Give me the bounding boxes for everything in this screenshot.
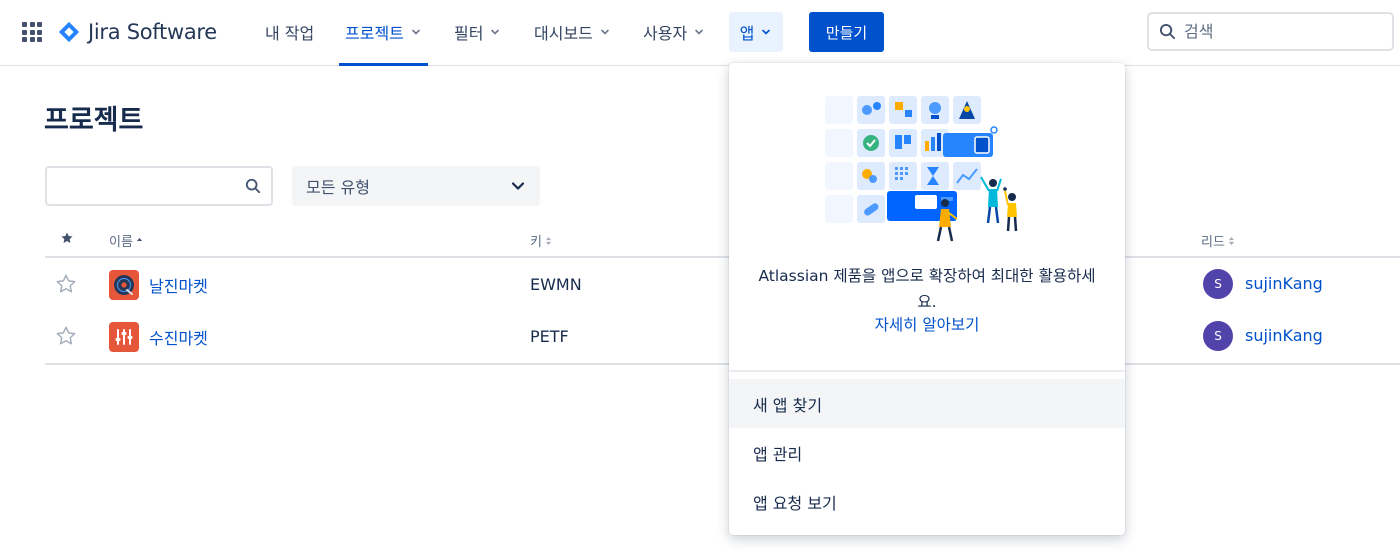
nav-projects[interactable]: 프로젝트 — [339, 12, 428, 66]
sort-icon — [545, 236, 552, 245]
table-row: 날진마켓 EWMN S sujinKang — [45, 259, 1400, 309]
vinyl-record-icon — [114, 275, 134, 295]
apps-marketplace-illustration — [825, 96, 1018, 242]
apps-promo-text: Atlassian 제품을 앱으로 확장하여 최대한 활용하세요. — [758, 267, 1096, 311]
top-navigation: Jira Software 내 작업 프로젝트 필터 대시보드 사용자 앱 만들… — [0, 0, 1400, 66]
menu-item-manage-apps[interactable]: 앱 관리 — [729, 428, 1125, 477]
nav-dashboards[interactable]: 대시보드 — [528, 12, 617, 52]
project-key: PETF — [530, 327, 569, 346]
chevron-down-icon — [491, 29, 500, 35]
jira-diamond-icon — [58, 21, 80, 43]
nav-label: 사용자 — [643, 24, 688, 43]
dropdown-divider — [729, 370, 1125, 372]
apps-dropdown-menu: Atlassian 제품을 앱으로 확장하여 최대한 활용하세요. 자세히 알아… — [729, 63, 1125, 535]
create-button[interactable]: 만들기 — [809, 12, 884, 52]
chevron-down-icon — [412, 29, 420, 35]
chevron-down-icon — [762, 29, 771, 35]
starred-column-header[interactable] — [60, 231, 74, 245]
avatar[interactable]: S — [1203, 321, 1233, 351]
jira-logo[interactable]: Jira Software — [58, 18, 217, 46]
nav-label: 내 작업 — [265, 24, 315, 43]
project-name-link[interactable]: 수진마켓 — [149, 325, 208, 349]
page-title: 프로젝트 — [44, 105, 144, 136]
chevron-down-icon — [601, 29, 609, 35]
project-type-select[interactable]: 모든 유형 — [292, 166, 540, 206]
app-switcher-icon[interactable] — [22, 22, 42, 42]
nav-filters[interactable]: 필터 — [448, 12, 507, 52]
lead-name-link[interactable]: sujinKang — [1245, 274, 1323, 293]
nav-my-work[interactable]: 내 작업 — [259, 12, 320, 52]
project-search-field[interactable] — [45, 166, 273, 206]
project-avatar — [109, 270, 139, 300]
nav-apps[interactable]: 앱 — [729, 12, 783, 52]
avatar[interactable]: S — [1203, 269, 1233, 299]
project-name-link[interactable]: 날진마켓 — [149, 273, 208, 297]
star-filled-icon — [61, 232, 73, 243]
nav-label: 앱 — [739, 24, 755, 43]
global-search[interactable] — [1147, 12, 1394, 51]
project-key: EWMN — [530, 275, 582, 294]
lead-column-header[interactable]: 리드 — [1201, 231, 1235, 250]
key-column-header[interactable]: 키 — [530, 231, 552, 250]
header-label: 리드 — [1201, 235, 1225, 250]
search-input[interactable] — [1184, 22, 1374, 41]
header-label: 키 — [530, 235, 542, 250]
name-column-header[interactable]: 이름 — [109, 231, 143, 250]
menu-item-view-app-requests[interactable]: 앱 요청 보기 — [729, 477, 1125, 526]
search-icon — [1159, 23, 1176, 40]
star-outline-icon[interactable] — [55, 325, 77, 347]
header-label: 이름 — [109, 235, 133, 250]
table-header-divider — [45, 256, 1400, 258]
chevron-down-icon — [511, 182, 525, 190]
nav-label: 대시보드 — [534, 24, 593, 43]
sort-icon — [1228, 236, 1235, 245]
menu-item-explore-apps[interactable]: 새 앱 찾기 — [729, 379, 1125, 428]
nav-people[interactable]: 사용자 — [637, 12, 711, 52]
lead-name-link[interactable]: sujinKang — [1245, 326, 1323, 345]
table-bottom-divider — [45, 363, 1400, 365]
type-select-value: 모든 유형 — [306, 178, 370, 197]
learn-more-link[interactable]: 자세히 알아보기 — [729, 313, 1125, 335]
search-icon — [245, 178, 261, 194]
nav-label: 프로젝트 — [345, 24, 404, 43]
star-outline-icon[interactable] — [55, 273, 77, 295]
chevron-down-icon — [695, 29, 703, 35]
table-row: 수진마켓 PETF S sujinKang — [45, 311, 1400, 361]
sort-ascending-icon — [136, 237, 143, 241]
sliders-icon — [115, 329, 133, 345]
app-name: Jira Software — [88, 20, 217, 44]
nav-label: 필터 — [454, 24, 484, 43]
project-avatar — [109, 322, 139, 352]
